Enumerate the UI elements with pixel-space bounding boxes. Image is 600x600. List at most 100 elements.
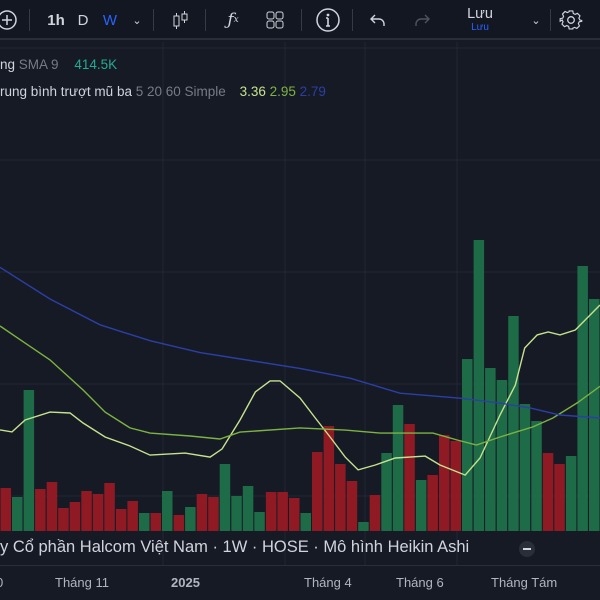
divider (153, 9, 154, 31)
volume-bar (254, 512, 265, 531)
redo-icon (415, 14, 430, 26)
time-label: Tháng 4 (304, 575, 352, 590)
volume-bar (185, 507, 196, 531)
volume-bar (277, 492, 288, 531)
gear-icon (559, 10, 583, 30)
divider (301, 9, 302, 31)
interval-dropdown-chevron-icon[interactable]: ⌄ (128, 0, 146, 40)
volume-bar (531, 421, 542, 531)
chart-type-button[interactable] (168, 0, 192, 40)
volume-bar (554, 464, 565, 531)
add-symbol-button[interactable] (0, 0, 20, 40)
volume-bar (23, 390, 35, 531)
volume-bar (381, 453, 392, 531)
candlestick-icon (173, 11, 188, 29)
volume-bar (312, 452, 323, 531)
volume-bar (69, 502, 81, 531)
volume-bar (439, 435, 450, 531)
volume-bar (242, 486, 254, 531)
price-chart[interactable] (0, 42, 600, 565)
time-label: Tháng 11 (55, 575, 109, 590)
volume-label: ng (0, 57, 16, 72)
volume-bar (231, 496, 242, 531)
volume-bar (427, 475, 438, 531)
volume-bar (92, 494, 104, 531)
time-label: 0 (0, 575, 3, 590)
save-label: Lưu (467, 5, 493, 22)
volume-bar (0, 488, 11, 531)
volume-bar (415, 480, 427, 531)
volume-bar (462, 359, 473, 531)
settings-button[interactable] (558, 0, 584, 40)
save-button[interactable]: Lưu Lưu (455, 0, 505, 40)
ma-params: 5 20 60 Simple (135, 84, 226, 99)
ma-legend[interactable]: rung bình trượt mũ ba 5 20 60 Simple 3.3… (0, 84, 326, 99)
volume-bar (35, 489, 46, 531)
volume-bar (219, 464, 231, 531)
ma-fast-value: 3.36 (239, 84, 266, 99)
volume-bar (473, 240, 485, 531)
volume-bar (208, 497, 219, 531)
volume-bar (346, 481, 358, 531)
volume-ma-label: SMA 9 (18, 57, 59, 72)
minus-icon (523, 548, 531, 550)
grid-layout-icon (266, 11, 284, 29)
divider (205, 9, 206, 31)
volume-bar (485, 368, 496, 531)
volume-bar (81, 491, 92, 531)
undo-icon (370, 14, 385, 26)
info-button[interactable] (314, 0, 342, 40)
volume-bar (115, 509, 127, 531)
volume-bar (565, 456, 577, 531)
volume-bar (335, 464, 346, 531)
volume-bar (162, 491, 173, 531)
volume-bar (450, 441, 461, 531)
time-label: Tháng 6 (396, 575, 444, 590)
interval-1h[interactable]: 1h (44, 0, 68, 40)
plus-circle-icon (0, 10, 17, 30)
undo-button[interactable] (366, 0, 390, 40)
divider (352, 9, 353, 31)
volume-bar (508, 316, 519, 531)
volume-bar (265, 492, 277, 531)
volume-bar (104, 483, 115, 531)
interval-w[interactable]: W (99, 0, 121, 40)
volume-legend[interactable]: ng SMA 9 414.5K (0, 57, 117, 72)
volume-bar (589, 299, 600, 531)
info-icon (316, 8, 340, 32)
ma-label: rung bình trượt mũ ba (0, 84, 132, 99)
indicators-fx-icon[interactable]: ƒx (220, 0, 246, 40)
time-axis[interactable]: 0 Tháng 11 2025 Tháng 4 Tháng 6 Tháng Tá… (0, 565, 600, 600)
ma-slow-value: 2.79 (299, 84, 326, 99)
layout-button[interactable] (262, 0, 288, 40)
volume-bar (519, 404, 531, 531)
volume-bar (196, 494, 208, 531)
divider (29, 9, 30, 31)
volume-bar (323, 426, 335, 531)
collapse-button[interactable] (519, 541, 535, 557)
symbol-title: y Cổ phần Halcom Việt Nam · 1W · HOSE · … (0, 538, 470, 556)
volume-bar (127, 501, 138, 531)
interval-d[interactable]: D (74, 0, 92, 40)
volume-bar (58, 508, 69, 531)
time-label: 2025 (171, 575, 200, 590)
volume-bar (150, 513, 161, 531)
volume-bar (358, 522, 369, 531)
volume-bar (392, 405, 404, 531)
volume-ma-value: 414.5K (74, 57, 118, 72)
divider (550, 9, 551, 31)
volume-bar (46, 482, 58, 531)
volume-bar (542, 453, 554, 531)
volume-bar (289, 498, 300, 531)
time-label: Tháng Tám (491, 575, 558, 590)
ma-mid-value: 2.95 (269, 84, 296, 99)
redo-button[interactable] (410, 0, 434, 40)
save-dropdown-chevron-icon[interactable]: ⌄ (527, 0, 545, 40)
volume-bar (173, 515, 185, 531)
volume-bar (300, 513, 311, 531)
save-sublabel: Lưu (471, 22, 489, 34)
volume-bar (369, 495, 381, 531)
volume-bar (139, 513, 150, 531)
volume-bars (0, 240, 600, 531)
volume-bar (12, 497, 23, 531)
